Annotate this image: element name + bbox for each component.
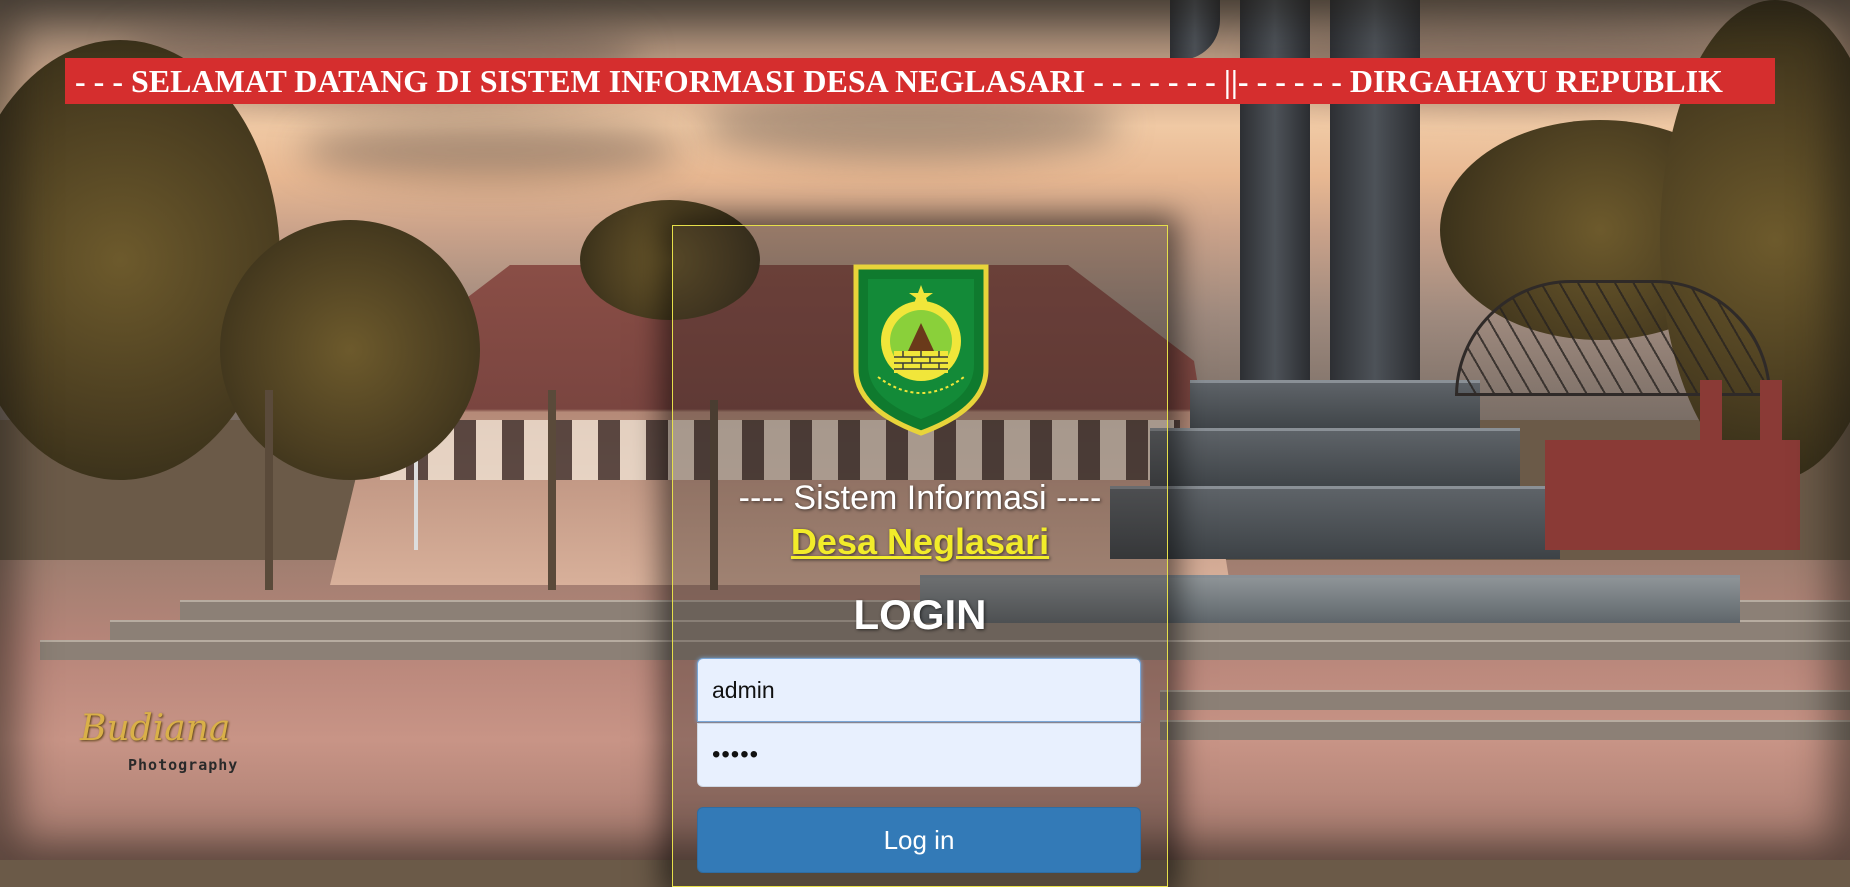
password-input[interactable] [697,723,1141,787]
banner-text: - - - SELAMAT DATANG DI SISTEM INFORMASI… [75,62,1723,99]
login-panel: ---- Sistem Informasi ---- Desa Neglasar… [672,225,1168,887]
username-input[interactable] [697,658,1141,722]
village-name-link[interactable]: Desa Neglasari [673,521,1167,563]
photographer-watermark: Budiana [80,708,231,749]
photographer-watermark-sub: Photography [128,756,239,774]
benteng-pancasila-emblem-icon [853,264,989,436]
login-heading: LOGIN [853,591,987,638]
welcome-marquee-banner: - - - SELAMAT DATANG DI SISTEM INFORMASI… [65,58,1775,104]
login-button[interactable]: Log in [697,807,1141,873]
system-subtitle: ---- Sistem Informasi ---- [738,479,1102,517]
